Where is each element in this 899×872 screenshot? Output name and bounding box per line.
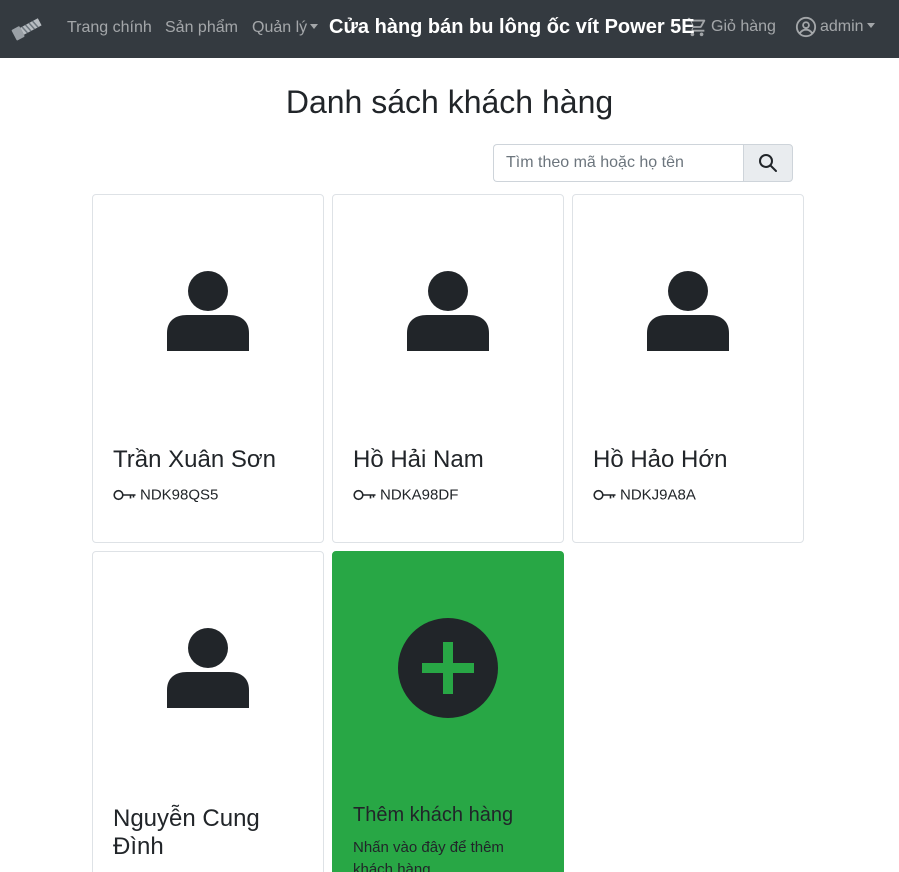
key-icon [593, 489, 616, 501]
page-title: Danh sách khách hàng [285, 84, 614, 120]
customer-code-label: NDKA98DF [380, 486, 459, 504]
customer-name: Hồ Hải Nam [353, 446, 484, 473]
nav-user-dropdown[interactable]: admin [795, 16, 875, 38]
customer-name: Hồ Hảo Hớn [593, 446, 728, 473]
key-icon [353, 489, 376, 501]
customer-code: NDK98QS5 [113, 486, 218, 504]
brand-title[interactable]: Cửa hàng bán bu lông ốc vít Power 5E [329, 16, 695, 39]
top-navbar: Trang chính Sản phẩm Quản lý Cửa hàng bá… [0, 0, 899, 58]
add-customer-title: Thêm khách hàng [353, 804, 514, 826]
key-icon [113, 489, 136, 501]
nav-home-link[interactable]: Trang chính [67, 19, 152, 37]
caret-down-icon [866, 23, 875, 29]
customer-code-label: NDKJ9A8A [620, 486, 696, 504]
customer-card[interactable]: Trần Xuân Sơn NDK98QS5 [92, 194, 324, 543]
customer-name: Nguyễn Cung Đình [113, 805, 260, 860]
customer-card[interactable]: Nguyễn Cung Đình [92, 551, 324, 872]
person-icon [167, 628, 249, 708]
search-group [493, 144, 793, 182]
search-button[interactable] [743, 144, 793, 182]
user-circle-icon [795, 16, 817, 38]
nav-user-label: admin [820, 18, 864, 35]
nav-products-link[interactable]: Sản phẩm [165, 19, 238, 37]
caret-down-icon [310, 24, 319, 29]
customer-code-label: NDK98QS5 [140, 486, 219, 504]
search-input[interactable] [493, 144, 744, 182]
add-customer-card[interactable]: Thêm khách hàng Nhấn vào đây để thêm khá… [332, 551, 564, 872]
person-icon [647, 271, 729, 351]
add-customer-text: Nhấn vào đây để thêm khách hàng [353, 839, 504, 872]
customer-card[interactable]: Hồ Hảo Hớn NDKJ9A8A [572, 194, 804, 543]
cart-icon [687, 17, 706, 37]
search-icon [759, 154, 777, 172]
nav-cart-link[interactable]: Giỏ hàng [686, 16, 776, 38]
nav-manage-label: Quản lý [252, 19, 308, 36]
nav-cart-label: Giỏ hàng [711, 18, 776, 35]
customer-code: NDKJ9A8A [593, 486, 696, 504]
customer-code: NDKA98DF [353, 486, 458, 504]
person-icon [167, 271, 249, 351]
nav-manage-dropdown[interactable]: Quản lý [252, 19, 319, 37]
bolt-screw-icon[interactable] [9, 12, 43, 44]
customer-card[interactable]: Hồ Hải Nam NDKA98DF [332, 194, 564, 543]
customer-name: Trần Xuân Sơn [113, 446, 276, 473]
plus-circle-icon [398, 618, 498, 718]
person-icon [407, 271, 489, 351]
